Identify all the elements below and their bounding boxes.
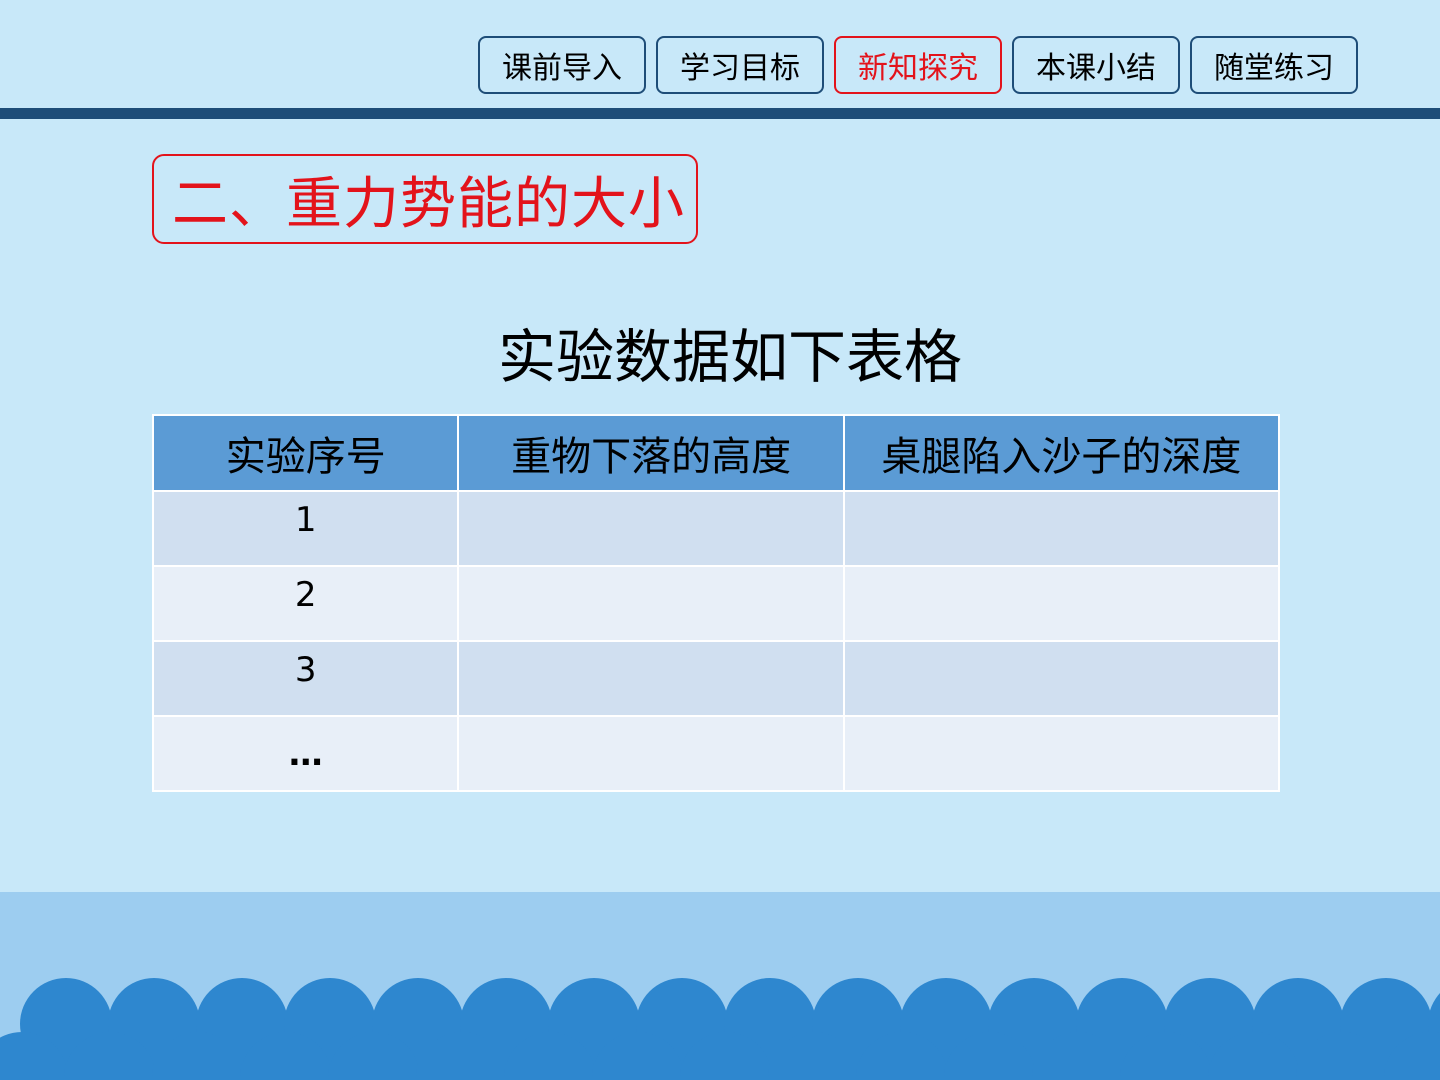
table-cell (457, 640, 845, 717)
table-cell: 2 (151, 565, 460, 642)
table-cell: 1 (151, 490, 460, 567)
nav-tabs: 课前导入 学习目标 新知探究 本课小结 随堂练习 (478, 36, 1358, 94)
table-row: 2 (151, 565, 1281, 642)
table-row: … (151, 715, 1281, 792)
header-experiment-no: 实验序号 (151, 414, 460, 492)
data-table: 实验序号 重物下落的高度 桌腿陷入沙子的深度 1 2 3 … (151, 414, 1281, 792)
table-cell (457, 490, 845, 567)
table-cell (842, 565, 1281, 642)
wave-decoration (0, 978, 1440, 1080)
table-cell (457, 565, 845, 642)
section-title: 二、重力势能的大小 (152, 154, 698, 244)
header-divider (0, 108, 1440, 119)
table-row: 3 (151, 640, 1281, 717)
table-cell (842, 715, 1281, 792)
header-drop-height: 重物下落的高度 (457, 414, 845, 492)
table-cell: 3 (151, 640, 460, 717)
tab-practice[interactable]: 随堂练习 (1190, 36, 1358, 94)
table-caption: 实验数据如下表格 (497, 323, 962, 391)
tab-objectives[interactable]: 学习目标 (656, 36, 824, 94)
table-cell (842, 640, 1281, 717)
tab-explore[interactable]: 新知探究 (834, 36, 1002, 94)
table-cell (842, 490, 1281, 567)
table-cell: … (151, 715, 460, 792)
tab-summary[interactable]: 本课小结 (1012, 36, 1180, 94)
table-cell (457, 715, 845, 792)
tab-intro[interactable]: 课前导入 (478, 36, 646, 94)
header-sink-depth: 桌腿陷入沙子的深度 (842, 414, 1281, 492)
table-row: 1 (151, 490, 1281, 567)
table-header-row: 实验序号 重物下落的高度 桌腿陷入沙子的深度 (151, 414, 1281, 492)
